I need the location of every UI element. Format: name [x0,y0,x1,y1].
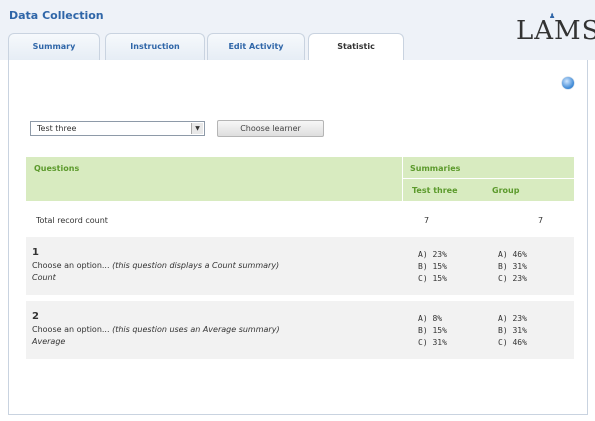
question-text-main: Choose an option... [32,325,110,334]
learner-select[interactable]: Test three ▼ [30,121,205,136]
total-count-label: Total record count [36,216,108,225]
choose-learner-button[interactable]: Choose learner [217,120,324,137]
group-column-header: Group [492,186,520,195]
question-type: Average [32,337,66,346]
tab-edit-activity[interactable]: Edit Activity [207,33,305,60]
questions-header: Questions [34,164,80,173]
logo-text: LAMS [516,16,595,46]
question-row-2: 2 Choose an option... (this question use… [26,301,574,359]
header-divider [402,178,574,179]
group-summary: A) 23% B) 31% C) 46% [498,314,527,347]
question-row-1: 1 Choose an option... (this question dis… [26,237,574,295]
group-summary: A) 46% B) 31% C) 23% [498,250,527,283]
learner-summary: A) 23% B) 15% C) 15% [418,250,447,283]
table-header-row: Questions Summaries [26,157,574,179]
tab-statistic[interactable]: Statistic [308,33,404,61]
logo-figure-icon: ♟ [549,12,557,20]
chevron-down-icon[interactable]: ▼ [191,123,203,134]
question-note: (this question displays a Count summary) [112,261,280,270]
total-count-group: 7 [538,216,544,225]
table-subheader-row: Test three Group [26,179,574,201]
app-title: Data Collection [9,9,104,22]
total-count-row: Total record count 7 7 [26,209,574,231]
learner-summary: A) 8% B) 15% C) 31% [418,314,447,347]
question-number: 1 [32,247,39,258]
app-header: Data Collection LAMS ♟ Summary Instructi… [0,0,595,61]
total-count-learner: 7 [424,216,430,225]
question-number: 2 [32,311,39,322]
header-column-divider [402,157,403,201]
tab-summary[interactable]: Summary [8,33,100,60]
question-text: Choose an option... (this question displ… [32,261,279,270]
learner-column-header: Test three [412,186,458,195]
summaries-header: Summaries [410,164,461,173]
question-text-main: Choose an option... [32,261,110,270]
help-icon[interactable] [562,77,574,89]
question-note: (this question uses an Average summary) [112,325,280,334]
question-text: Choose an option... (this question uses … [32,325,280,334]
learner-select-value: Test three [37,124,77,133]
question-type: Count [32,273,56,282]
tab-instruction[interactable]: Instruction [105,33,205,60]
lams-logo: LAMS ♟ [516,12,595,46]
